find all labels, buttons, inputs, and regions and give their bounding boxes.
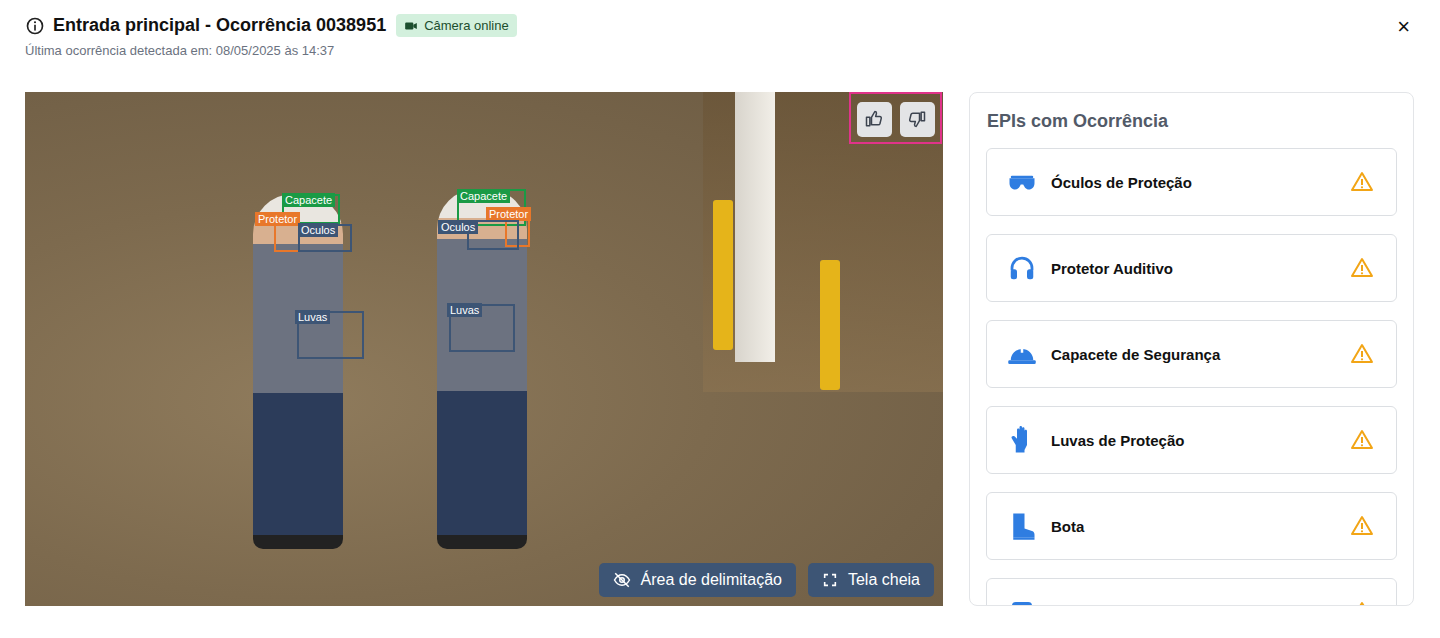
- epi-card[interactable]: Protetor Auditivo: [986, 234, 1397, 302]
- dislike-button[interactable]: [900, 102, 935, 137]
- feedback-group: [849, 92, 942, 144]
- detection-label: Protetor: [486, 207, 531, 221]
- warning-icon: [1350, 170, 1374, 194]
- epi-card[interactable]: Óculos de Proteção: [986, 148, 1397, 216]
- header: Entrada principal - Ocorrência 0038951 Câ…: [25, 14, 1414, 58]
- info-icon: [25, 16, 45, 36]
- epi-card[interactable]: [986, 578, 1397, 606]
- thumbs-down-icon: [907, 109, 927, 129]
- detection-label: Oculos: [298, 223, 338, 237]
- warning-icon: [1350, 428, 1374, 452]
- last-occurrence: Última ocorrência detectada em: 08/05/20…: [25, 43, 517, 58]
- like-button[interactable]: [857, 102, 892, 137]
- eye-off-icon: [613, 571, 631, 589]
- bounding-area-button[interactable]: Área de delimitação: [599, 563, 796, 597]
- detection-label: Capacete: [282, 193, 335, 207]
- detection-label: Capacete: [457, 189, 510, 203]
- detection-label: Protetor: [255, 212, 300, 226]
- fullscreen-button[interactable]: Tela cheia: [808, 563, 934, 597]
- gloves-icon: [1007, 425, 1037, 455]
- camera-icon: [404, 19, 418, 33]
- epi-card[interactable]: Luvas de Proteção: [986, 406, 1397, 474]
- main: CapaceteProtetorOculosLuvasCapaceteProte…: [25, 92, 1414, 606]
- epi-card[interactable]: Capacete de Segurança: [986, 320, 1397, 388]
- warning-icon: [1350, 256, 1374, 280]
- helmet-icon: [1007, 339, 1037, 369]
- image-actions: Área de delimitação Tela cheia: [599, 563, 934, 597]
- epi-panel: EPIs com Ocorrência Óculos de Proteção Pro…: [969, 92, 1414, 606]
- warning-icon: [1350, 514, 1374, 538]
- camera-status-badge: Câmera online: [396, 14, 517, 37]
- detection-label: Oculos: [438, 220, 478, 234]
- header-text: Entrada principal - Ocorrência 0038951 Câ…: [25, 14, 517, 58]
- fullscreen-icon: [822, 572, 838, 588]
- epi-label: Bota: [1051, 518, 1336, 535]
- detection-label: Luvas: [295, 310, 330, 324]
- epi-label: Luvas de Proteção: [1051, 432, 1336, 449]
- button-label: Área de delimitação: [641, 571, 782, 589]
- panel-title: EPIs com Ocorrência: [987, 111, 1397, 132]
- close-button[interactable]: ×: [1397, 16, 1410, 38]
- badge-text: Câmera online: [424, 18, 509, 33]
- warning-icon: [1350, 600, 1374, 606]
- goggles-icon: [1007, 167, 1037, 197]
- boot-icon: [1007, 511, 1037, 541]
- thumbs-up-icon: [864, 109, 884, 129]
- headphones-icon: [1007, 253, 1037, 283]
- epi-list: Óculos de Proteção Protetor Auditivo Capac…: [986, 148, 1397, 606]
- button-label: Tela cheia: [848, 571, 920, 589]
- warning-icon: [1350, 342, 1374, 366]
- epi-label: Óculos de Proteção: [1051, 174, 1336, 191]
- detection-label: Luvas: [447, 303, 482, 317]
- camera-image: CapaceteProtetorOculosLuvasCapaceteProte…: [25, 92, 943, 606]
- epi-icon: [1007, 597, 1037, 606]
- epi-label: Capacete de Segurança: [1051, 346, 1336, 363]
- title-row: Entrada principal - Ocorrência 0038951 Câ…: [25, 14, 517, 37]
- page-title: Entrada principal - Ocorrência 0038951: [53, 15, 386, 36]
- epi-label: Protetor Auditivo: [1051, 260, 1336, 277]
- epi-card[interactable]: Bota: [986, 492, 1397, 560]
